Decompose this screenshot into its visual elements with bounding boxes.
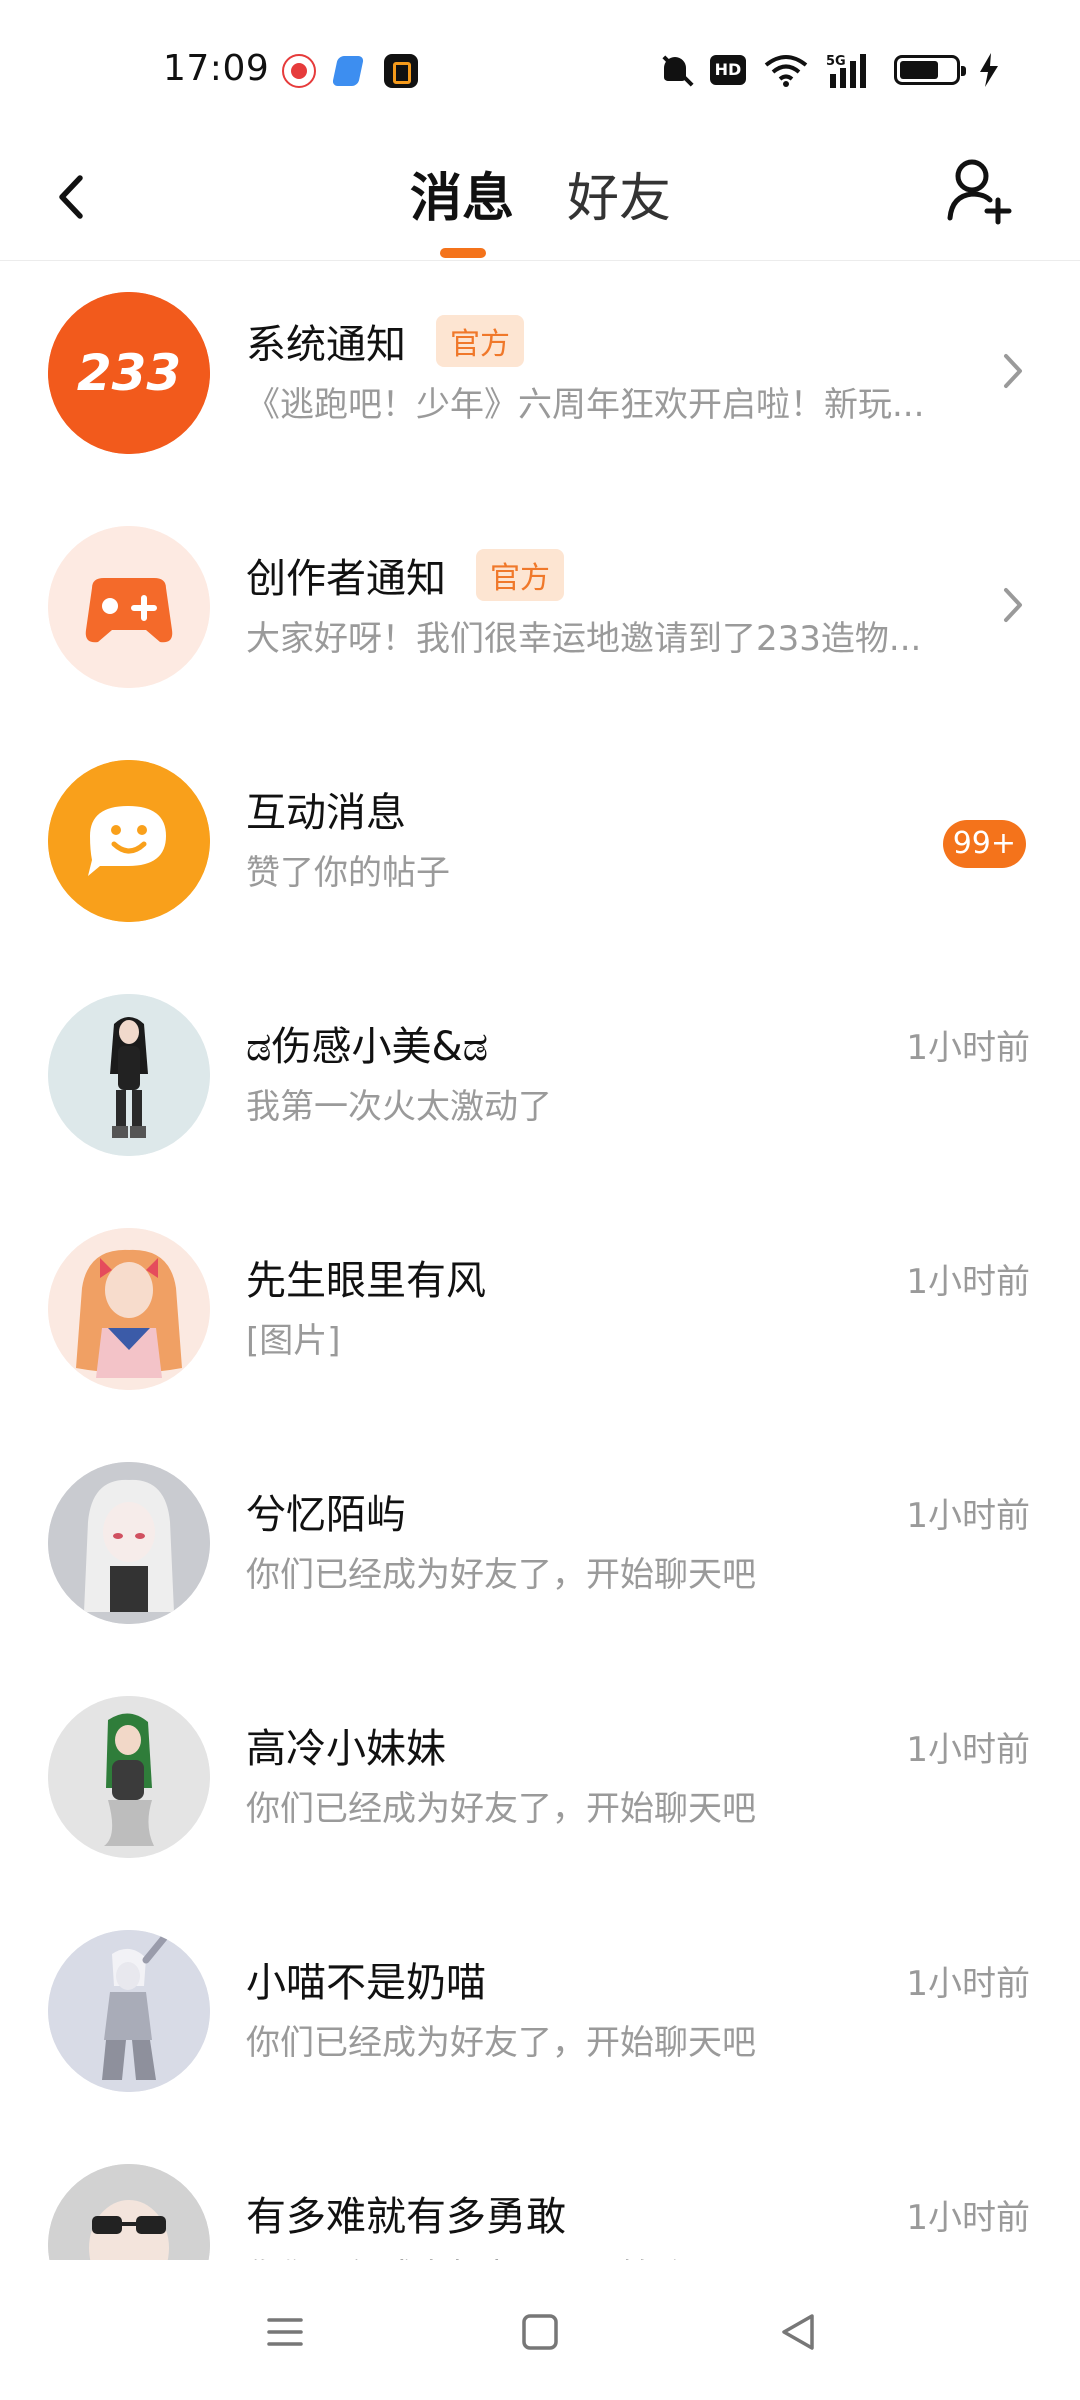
message-time: 1小时前 — [906, 1262, 1030, 1302]
avatar — [48, 1930, 210, 2092]
top-header: 消息 好友 — [0, 130, 1080, 261]
message-preview: 大家好呀！我们很幸运地邀请到了233造物... — [246, 619, 922, 659]
official-badge: 官方 — [476, 549, 564, 601]
sender-name: 高冷小妹妹 — [246, 1726, 446, 1772]
sender-name: 兮忆陌屿 — [246, 1492, 406, 1538]
status-bar: 17:09 HD 5G — [0, 0, 1080, 130]
message-preview: [图片] — [246, 1321, 341, 1361]
message-row-creator[interactable]: 创作者通知 官方 大家好呀！我们很幸运地邀请到了233造物... — [0, 496, 1080, 730]
message-preview: 《逃跑吧！少年》六周年狂欢开启啦！新玩... — [246, 385, 925, 425]
app-icon-red — [282, 54, 316, 88]
tab-messages[interactable]: 消息 — [410, 156, 514, 231]
chevron-right-icon — [1004, 354, 1022, 388]
user-avatar-figure — [48, 1696, 210, 1858]
official-badge: 官方 — [436, 315, 524, 367]
message-row[interactable]: ಡ伤感小美&ಡ 我第一次火太激动了 1小时前 — [0, 964, 1080, 1198]
message-time: 1小时前 — [906, 1028, 1030, 1068]
system-nav-bar — [0, 2262, 1080, 2400]
status-time: 17:09 — [163, 48, 270, 89]
app-icon-blue — [331, 56, 365, 86]
sender-name: 创作者通知 — [246, 556, 446, 602]
charging-icon — [980, 53, 998, 87]
network-label: 5G — [826, 54, 846, 69]
unread-count-badge: 99+ — [942, 820, 1026, 868]
row-title: 系统通知 官方 — [246, 312, 524, 370]
gamepad-icon — [48, 526, 210, 688]
menu-icon[interactable] — [255, 2302, 315, 2362]
avatar — [48, 1696, 210, 1858]
sender-name: 先生眼里有风 — [246, 1258, 486, 1304]
message-time: 1小时前 — [906, 1730, 1030, 1770]
message-preview: 我第一次火太激动了 — [246, 1087, 552, 1127]
sender-name: 互动消息 — [246, 790, 406, 836]
battery-icon — [894, 55, 966, 85]
message-preview: 你们已经成为好友了，开始聊天吧 — [246, 1555, 756, 1595]
avatar — [48, 1462, 210, 1624]
signal-5g-icon: 5G — [826, 54, 866, 88]
user-avatar-figure — [48, 2164, 210, 2260]
message-row-interactions[interactable]: 互动消息 赞了你的帖子 99+ — [0, 730, 1080, 964]
row-title: 创作者通知 官方 — [246, 546, 564, 604]
tab-friends[interactable]: 好友 — [567, 156, 671, 231]
sender-name: 小喵不是奶喵 — [246, 1960, 486, 2006]
avatar: 233 — [48, 292, 210, 454]
sender-name: 系统通知 — [246, 322, 406, 368]
logo-233: 233 — [48, 292, 210, 454]
chevron-right-icon — [1004, 588, 1022, 622]
user-avatar-figure — [48, 1228, 210, 1390]
chat-bubble-icon — [48, 760, 210, 922]
avatar — [48, 994, 210, 1156]
back-triangle-icon[interactable] — [768, 2302, 828, 2362]
hd-icon: HD — [710, 55, 746, 85]
avatar — [48, 760, 210, 922]
chevron-left-icon[interactable] — [46, 160, 106, 230]
message-row[interactable]: 先生眼里有风 [图片] 1小时前 — [0, 1198, 1080, 1432]
message-preview: 你们已经成为好友了，开始聊天吧 — [246, 1789, 756, 1829]
message-row[interactable]: 小喵不是奶喵 你们已经成为好友了，开始聊天吧 1小时前 — [0, 1900, 1080, 2134]
add-friend-icon[interactable] — [944, 152, 1014, 232]
app-icon-orange — [384, 54, 418, 88]
message-row[interactable]: 高冷小妹妹 你们已经成为好友了，开始聊天吧 1小时前 — [0, 1666, 1080, 1900]
user-avatar-figure — [48, 1462, 210, 1624]
message-row[interactable]: 有多难就有多勇敢 你们已经成为好友了，开始聊天吧 1小时前 — [0, 2134, 1080, 2260]
message-time: 1小时前 — [906, 1964, 1030, 2004]
avatar — [48, 2164, 210, 2260]
status-icons: HD 5G — [658, 52, 1000, 88]
wifi-icon — [764, 55, 808, 87]
active-tab-indicator — [440, 248, 486, 258]
message-row[interactable]: 兮忆陌屿 你们已经成为好友了，开始聊天吧 1小时前 — [0, 1432, 1080, 1666]
message-time: 1小时前 — [906, 2198, 1030, 2238]
sender-name: ಡ伤感小美&ಡ — [246, 1024, 489, 1070]
user-avatar-figure — [48, 994, 210, 1156]
message-preview: 赞了你的帖子 — [246, 853, 450, 893]
bell-off-icon — [658, 53, 692, 87]
sender-name: 有多难就有多勇敢 — [246, 2194, 566, 2240]
avatar — [48, 526, 210, 688]
user-avatar-figure — [48, 1930, 210, 2092]
avatar — [48, 1228, 210, 1390]
home-icon[interactable] — [510, 2302, 570, 2362]
message-row-system[interactable]: 233 系统通知 官方 《逃跑吧！少年》六周年狂欢开启啦！新玩... — [0, 262, 1080, 496]
message-preview: 你们已经成为好友了，开始聊天吧 — [246, 2023, 756, 2063]
message-preview: 你们已经成为好友了，开始聊天吧 — [246, 2249, 756, 2260]
message-list: 233 系统通知 官方 《逃跑吧！少年》六周年狂欢开启啦！新玩... 创作者通知官… — [0, 262, 1080, 2260]
logo-text: 233 — [77, 344, 181, 402]
message-time: 1小时前 — [906, 1496, 1030, 1536]
